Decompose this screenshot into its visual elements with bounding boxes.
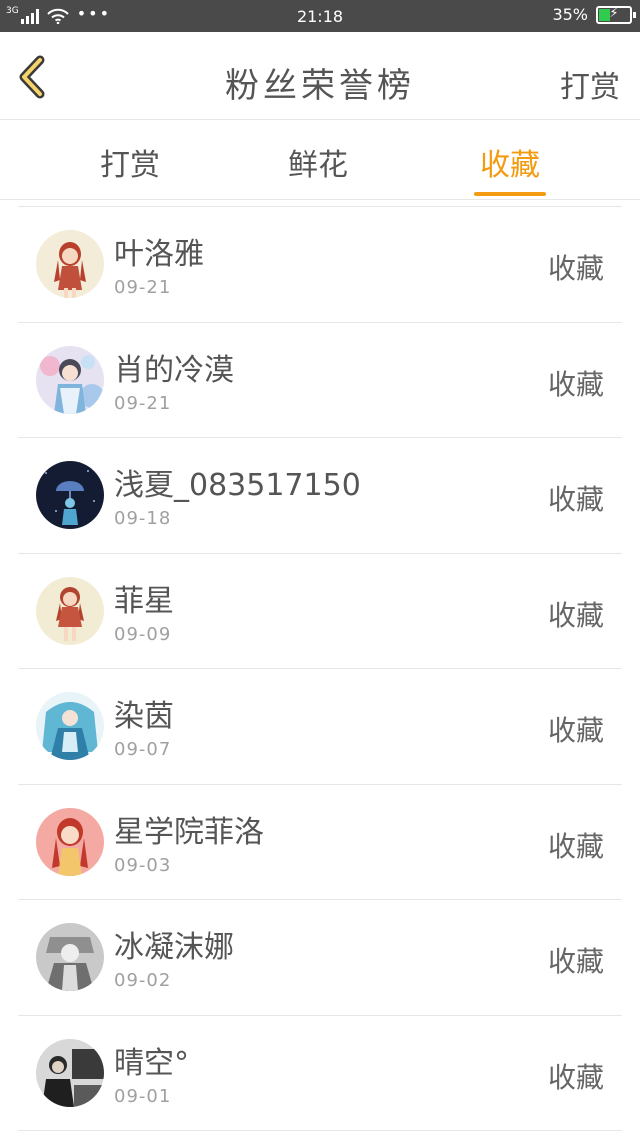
list-item[interactable]: 染茵 09-07 收藏 [18,669,622,785]
avatar [36,345,104,414]
item-date: 09-01 [114,1085,172,1107]
item-type: 收藏 [547,945,604,978]
user-name: 浅夏_083517150 [114,468,361,503]
app-header: 粉丝荣誉榜 打赏 [0,32,640,120]
tab-favorites[interactable]: 收藏 [450,140,570,200]
status-bar: 3G ••• 21:18 35% ⚡ [0,0,640,32]
item-type: 收藏 [547,367,604,401]
user-name: 冰凝沫娜 [114,930,234,965]
user-name: 染茵 [114,699,174,734]
user-name: 叶洛雅 [114,237,204,272]
list-item[interactable]: 肖的冷漠 09-21 收藏 [18,323,622,438]
list-item[interactable]: 星学院菲洛 09-03 收藏 [18,785,622,900]
list-item[interactable]: 晴空° 09-01 收藏 [18,1016,622,1131]
fan-list: 叶洛雅 09-21 收藏 肖的冷漠 09-21 收藏 浅夏_083517150 … [18,206,622,1131]
item-type: 收藏 [547,1060,604,1094]
tab-bar: 打赏 鲜花 收藏 [0,120,640,200]
user-name: 肖的冷漠 [114,352,234,388]
item-date: 09-07 [114,739,172,760]
user-name: 菲星 [114,583,174,619]
tab-reward[interactable]: 打赏 [70,140,190,200]
item-type: 收藏 [547,252,604,285]
item-type: 收藏 [547,714,604,747]
avatar [36,1038,104,1107]
battery-icon: ⚡ [596,5,636,24]
status-time: 21:18 [296,7,344,26]
tab-flowers[interactable]: 鲜花 [258,140,378,200]
avatar [36,461,104,529]
avatar [36,692,104,760]
tab-label: 打赏 [100,148,160,183]
item-type: 收藏 [547,829,604,863]
item-date: 09-02 [114,970,172,991]
user-name: 晴空° [114,1045,189,1081]
tab-label: 鲜花 [288,148,348,183]
battery-percent: 35% [552,5,588,24]
avatar [36,576,104,645]
user-name: 星学院菲洛 [114,814,264,850]
item-date: 09-09 [114,623,172,645]
avatar [36,807,104,876]
list-item[interactable]: 浅夏_083517150 09-18 收藏 [18,438,622,554]
list-item[interactable]: 冰凝沫娜 09-02 收藏 [18,900,622,1016]
item-date: 09-18 [114,508,172,529]
item-date: 09-03 [114,854,172,876]
active-tab-indicator [474,192,546,196]
item-date: 09-21 [114,277,172,298]
page-title: 粉丝荣誉榜 [225,66,415,106]
item-type: 收藏 [547,483,604,516]
item-type: 收藏 [547,598,604,632]
tab-label: 收藏 [480,148,540,183]
list-item[interactable]: 叶洛雅 09-21 收藏 [18,207,622,323]
item-date: 09-21 [114,392,172,414]
avatar [36,923,104,991]
reward-button[interactable]: 打赏 [560,62,620,106]
avatar [36,230,104,298]
list-item[interactable]: 菲星 09-09 收藏 [18,554,622,669]
